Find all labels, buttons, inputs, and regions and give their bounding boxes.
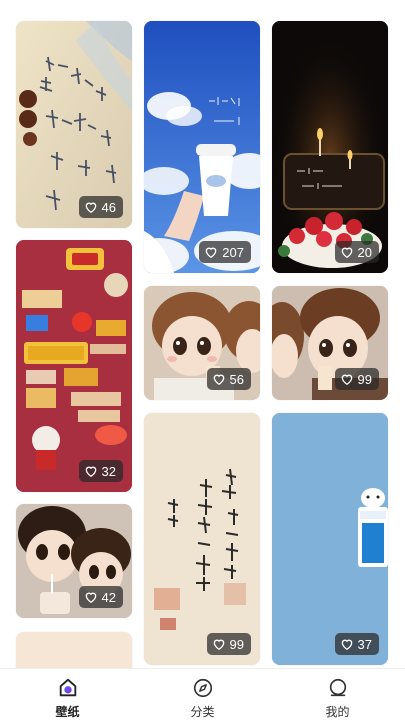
tab-profile[interactable]: 我的 <box>270 669 405 720</box>
wallpaper-card-birthday-cake[interactable]: 20 <box>272 21 388 273</box>
wallpaper-card-new-year[interactable]: 32 <box>16 240 132 492</box>
like-badge[interactable]: 46 <box>78 196 123 218</box>
wallpaper-grid: 46 207 20 32 56 99 42 99 37 <box>0 0 405 668</box>
like-badge[interactable]: 37 <box>334 633 379 655</box>
heart-icon <box>341 247 352 259</box>
heart-icon <box>85 592 96 604</box>
like-count: 20 <box>357 244 372 260</box>
tab-label: 分类 <box>190 705 215 719</box>
wallpaper-card-cartoon-boy[interactable]: 99 <box>272 286 388 400</box>
wallpaper-card-sky-cup[interactable]: 207 <box>144 21 260 273</box>
heart-icon <box>341 374 352 386</box>
like-count: 207 <box>222 244 244 260</box>
like-badge[interactable]: 20 <box>334 241 379 263</box>
wallpaper-icon <box>59 678 76 697</box>
like-count: 99 <box>357 371 372 387</box>
heart-icon <box>213 374 224 386</box>
heart-icon <box>85 202 96 214</box>
like-count: 37 <box>357 636 372 652</box>
heart-icon <box>341 639 352 651</box>
calligraphy-scroll-art <box>144 413 260 665</box>
heart-icon <box>205 247 217 259</box>
new-year-art <box>16 240 132 492</box>
like-count: 32 <box>101 463 116 479</box>
wallpaper-card-cartoon-kids[interactable]: 42 <box>16 504 132 618</box>
profile-icon <box>329 678 346 697</box>
bottom-tab-bar: 壁纸 分类 我的 <box>0 668 405 720</box>
like-badge[interactable]: 207 <box>199 241 251 263</box>
like-badge[interactable]: 32 <box>78 460 123 482</box>
wallpaper-card-cartoon-girl[interactable]: 56 <box>144 286 260 400</box>
wallpaper-card-partial[interactable] <box>16 632 132 668</box>
tab-label: 我的 <box>325 705 350 719</box>
heart-icon <box>213 639 224 651</box>
blue-mascot-art <box>272 413 388 665</box>
cake-art <box>272 21 388 273</box>
wallpaper-card-blue-mascot[interactable]: 37 <box>272 413 388 665</box>
heart-icon <box>85 466 96 478</box>
wallpaper-card-calligraphy[interactable]: 46 <box>16 21 132 228</box>
wallpaper-card-calligraphy-scroll[interactable]: 99 <box>144 413 260 665</box>
sky-cup-art <box>144 21 260 273</box>
tab-wallpaper[interactable]: 壁纸 <box>0 669 135 720</box>
like-badge[interactable]: 99 <box>334 368 379 390</box>
like-count: 46 <box>101 199 116 215</box>
like-badge[interactable]: 99 <box>206 633 251 655</box>
tab-label: 壁纸 <box>55 705 80 719</box>
like-count: 99 <box>229 636 244 652</box>
like-badge[interactable]: 56 <box>206 368 251 390</box>
tab-category[interactable]: 分类 <box>135 669 270 720</box>
like-count: 42 <box>101 589 116 605</box>
like-badge[interactable]: 42 <box>78 586 123 608</box>
compass-icon <box>193 678 212 698</box>
like-count: 56 <box>229 371 244 387</box>
